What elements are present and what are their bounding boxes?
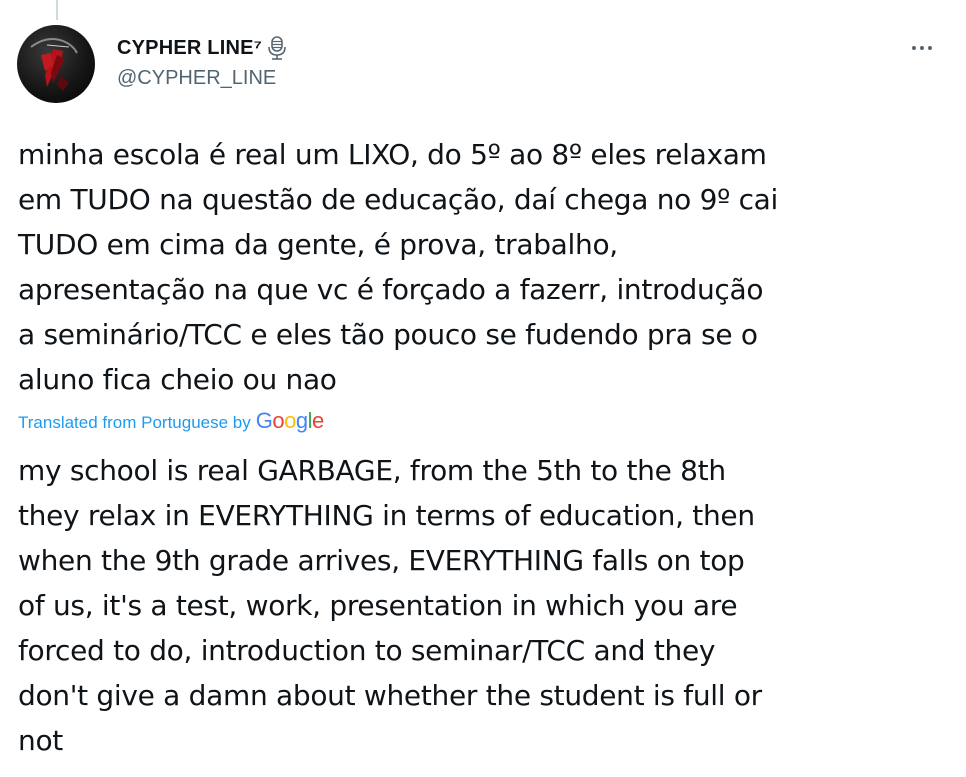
more-options-button[interactable]	[904, 36, 940, 60]
microphone-icon	[266, 35, 288, 61]
more-dots-icon	[912, 46, 916, 50]
tweet-translated-text: my school is real GARBAGE, from the 5th …	[18, 454, 762, 757]
google-logo-letter: e	[312, 408, 324, 433]
google-logo-letter: G	[255, 408, 273, 433]
google-logo: Google	[255, 408, 325, 434]
tweet-original-text: minha escola é real um LIXO, do 5º ao 8º…	[18, 138, 779, 396]
more-dots-icon	[920, 46, 924, 50]
translation-attribution[interactable]: Translated from Portuguese by Google	[18, 408, 324, 434]
author-display-name[interactable]: CYPHER LINE⁷	[117, 37, 262, 60]
google-logo-letter: o	[284, 408, 296, 433]
author-name-row[interactable]: CYPHER LINE⁷	[117, 33, 288, 63]
translation-label[interactable]: Translated from Portuguese by	[18, 413, 251, 433]
avatar-image	[30, 38, 78, 91]
avatar[interactable]	[17, 25, 95, 103]
thread-connector-line	[56, 0, 58, 20]
google-logo-letter: o	[272, 408, 285, 433]
author-handle[interactable]: @CYPHER_LINE	[117, 67, 276, 90]
google-logo-letter: g	[295, 408, 308, 433]
more-dots-icon	[928, 46, 932, 50]
